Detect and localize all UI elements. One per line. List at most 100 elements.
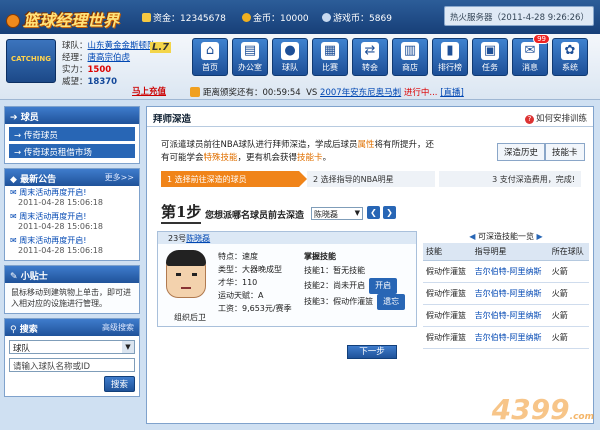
next-player-button[interactable]: ❯ [383,206,396,219]
club-avatar[interactable]: CATCHING [6,39,56,83]
game-logo[interactable]: 篮球经理世界 [6,7,119,31]
players-panel: ➔ 球员 → 传奇球员 → 传奇球员租借市场 [4,106,140,164]
nav-task-button[interactable]: ▣ 任务 [472,38,508,76]
funds-icon [142,13,151,22]
sidebar-item-legend-rental[interactable]: → 传奇球员租借市场 [9,144,135,158]
open-skill-button[interactable]: 开启 [369,278,398,294]
table-row[interactable]: 假动作灌篮 吉尔伯特-阿里纳斯 火箭 [423,260,589,283]
server-info[interactable]: 热火服务器（2011-4-28 9:26:26） [444,6,594,26]
search-input[interactable]: 请输入球队名称或ID [9,358,135,372]
learnable-skills-title: ◀ 可深造技能一览 ▶ [469,232,543,241]
nav-ranking-button[interactable]: ▮ 排行榜 [432,38,468,76]
column-header: 指导明星 [471,243,549,261]
forget-skill-button[interactable]: 遗忘 [377,294,406,310]
coach-cell[interactable]: 吉尔伯特-阿里纳斯 [471,282,549,305]
player-portrait [166,250,206,298]
chevron-down-icon: ▼ [122,341,134,353]
team-cell: 火箭 [548,304,589,327]
prev-player-button[interactable]: ❮ [367,206,380,219]
skill-cell: 假动作灌篮 [423,260,472,283]
coins-stat: 游戏币：5869 [322,11,392,24]
table-row[interactable]: 假动作灌篮 吉尔伯特-阿里纳斯 火箭 [423,282,589,305]
nav-shop-button[interactable]: ▥ 商店 [392,38,428,76]
learnable-skills-table: ◀ 可深造技能一览 ▶ 技能 指导明星 所在球队 假动作灌篮 吉尔伯特-阿里纳斯火… [423,231,589,349]
match-icon: ▦ [321,42,339,60]
system-icon: ✿ [561,42,579,60]
player-skills: 掌握技能 技能1：暂无技能 技能2：尚未开启 开启 技能3：假动作灌篮 遗忘 [304,250,406,310]
strength-value: 1500 [87,65,112,75]
player-card: 23号陈晓磊 组织后卫 特点：速度 类型：大器晚成型 才华：110 运动天赋：A… [157,231,417,327]
skill-cell: 假动作灌篮 [423,304,472,327]
task-icon: ▣ [481,42,499,60]
main-panel: 拜师深造 ? 如何安排训练 可派遣球员前往NBA球队进行拜师深造，学成后球员属性将… [146,106,594,424]
club-header: CATCHING 球队：山东黄金金斯顿队 经理：唐高宗伯虎 实力：1500 威望… [0,34,600,100]
basketball-icon: ● [281,42,299,60]
player-name-link[interactable]: 陈晓磊 [186,234,210,243]
top-bar: 篮球经理世界 资金：12345678 金币：10000 游戏币：5869 热火服… [0,0,600,34]
gold-coin-icon [242,13,251,22]
training-description: 可派遣球员前往NBA球队进行拜师深造，学成后球员属性将有所提升，还有可能学会特殊… [161,140,435,163]
skill-cell: 假动作灌篮 [423,326,472,349]
live-link[interactable]: [直播] [440,88,464,98]
nav-basketball-button[interactable]: ● 球队 [272,38,308,76]
tips-text: 鼠标移动到建筑物上单击，即可进入相对应的设施进行管理。 [5,283,139,313]
skill-row: 技能1：暂无技能 [304,266,366,275]
skill-cell: 假动作灌篮 [423,282,472,305]
notice-panel: ◆ 最新公告 更多>> ✉ 周末活动再度开启! 2011-04-28 15:06:1… [4,168,140,261]
step-3: 3 支付深造费用，完成! [439,171,581,187]
next-step-button[interactable]: 下一步 [347,345,397,359]
search-button[interactable]: 搜索 [103,376,135,392]
opponent-link[interactable]: 2007年安东尼奥马刺 [320,88,401,98]
notice-item[interactable]: ✉ 周末活动再度开启! 2011-04-28 15:06:18 [5,234,139,260]
tips-panel: ✎ 小贴士 鼠标移动到建筑物上单击，即可进入相对应的设施进行管理。 [4,265,140,314]
search-type-select[interactable]: 球队 ▼ [9,340,135,354]
match-state: 进行中... [403,88,438,98]
table-row[interactable]: 假动作灌篮 吉尔伯特-阿里纳斯 火箭 [423,326,589,349]
skill-row: 技能2：尚未开启 开启 [304,278,405,294]
prev-page-icon[interactable]: ◀ [469,232,475,241]
help-icon: ? [524,115,534,124]
manager-name-link[interactable]: 唐高宗伯虎 [88,53,131,63]
help-link[interactable]: ? 如何安排训练 [524,112,587,124]
next-page-icon[interactable]: ▶ [537,232,543,241]
nav-message-button[interactable]: ✉ 消息 99 [512,34,550,76]
step-heading: 第1步 [161,201,202,224]
player-card-header: 23号陈晓磊 [158,232,416,244]
coach-cell[interactable]: 吉尔伯特-阿里纳斯 [471,304,549,327]
notice-item[interactable]: ✉ 周末活动再度开启! 2011-04-28 15:06:18 [5,210,139,234]
tips-panel-title: ✎ 小贴士 [5,266,139,283]
skill-card-button[interactable]: 技能卡 [545,143,585,161]
chevron-down-icon: ▼ [354,209,360,217]
message-count-badge: 99 [533,34,550,44]
nav-transfer-button[interactable]: ⇄ 转会 [352,38,388,76]
club-info: 球队：山东黄金金斯顿队 经理：唐高宗伯虎 实力：1500 威望：18370 [62,41,156,87]
player-attributes: 特点：速度 类型：大器晚成型 才华：110 运动天赋：A 工资：9,653元/赛… [218,252,292,313]
coach-cell[interactable]: 吉尔伯特-阿里纳斯 [471,260,549,283]
funds-stat: 资金：12345678 [142,11,226,24]
transfer-icon: ⇄ [361,42,379,60]
sidebar-item-legend-players[interactable]: → 传奇球员 [9,127,135,141]
status-line: 距离颁奖还有：00:59:54 VS 2007年安东尼奥马刺 进行中... [直… [190,86,464,98]
recharge-link[interactable]: 马上充值 [132,85,166,97]
nav-office-button[interactable]: ▤ 办公室 [232,38,268,76]
step-1: 1 选择前往深造的球员 [161,171,307,187]
level-badge: L.7 [150,42,172,53]
player-select[interactable]: 陈晓磊 ▼ [311,207,363,220]
search-panel-title: ⚲ 搜索 高级搜索 [5,319,139,336]
clock-icon [190,87,200,97]
players-panel-title: ➔ 球员 [5,107,139,124]
coach-cell[interactable]: 吉尔伯特-阿里纳斯 [471,326,549,349]
column-header: 所在球队 [548,243,589,261]
table-row[interactable]: 假动作灌篮 吉尔伯特-阿里纳斯 火箭 [423,304,589,327]
training-history-button[interactable]: 深造历史 [497,143,546,161]
nav-match-button[interactable]: ▦ 比赛 [312,38,348,76]
team-name-link[interactable]: 山东黄金金斯顿队 [88,41,156,51]
notice-more-link[interactable]: 更多>> [105,172,134,183]
notice-item[interactable]: ✉ 周末活动再度开启! 2011-04-28 15:06:18 [5,186,139,210]
gold-stat: 金币：10000 [242,11,309,24]
home-icon: ⌂ [201,42,219,60]
page-title: 拜师深造 ? 如何安排训练 [147,107,593,127]
advanced-search-link[interactable]: 高级搜索 [102,322,134,333]
nav-home-button[interactable]: ⌂ 首页 [192,38,228,76]
nav-system-button[interactable]: ✿ 系统 [552,38,588,76]
